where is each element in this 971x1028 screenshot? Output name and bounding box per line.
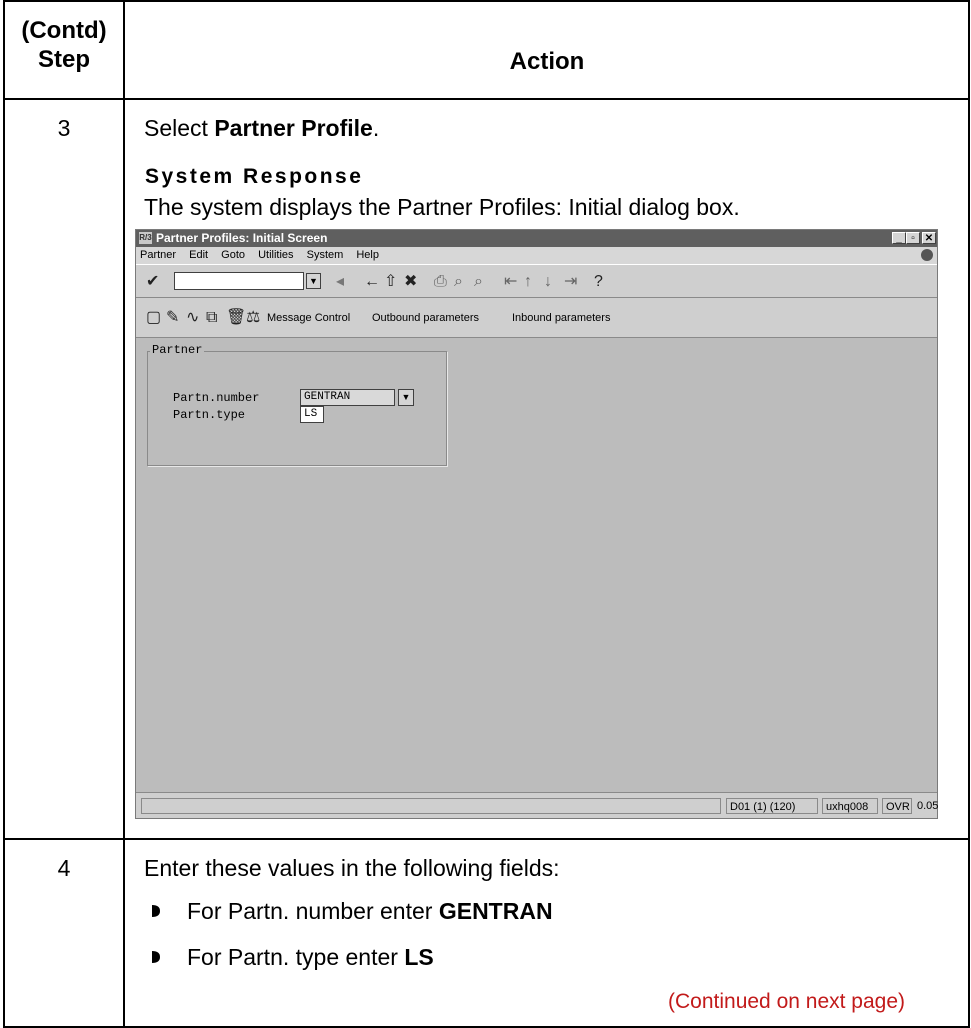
header-step-line1: (Contd) bbox=[21, 17, 107, 44]
display-icon[interactable]: ∿ bbox=[186, 309, 199, 327]
command-field[interactable] bbox=[174, 272, 304, 290]
possible-entries-icon[interactable]: ▼ bbox=[398, 389, 414, 406]
status-time: 0.05 bbox=[917, 800, 939, 812]
close-icon[interactable]: ✕ bbox=[922, 232, 936, 244]
menu-edit[interactable]: Edit bbox=[189, 249, 208, 261]
bullet-text: For Partn. number enter bbox=[187, 898, 439, 924]
maximize-icon[interactable]: ▫ bbox=[906, 232, 920, 244]
bullet-partn-type: For Partn. type enter LS bbox=[187, 944, 434, 971]
copy-icon[interactable]: ⧉ bbox=[206, 309, 217, 327]
change-icon[interactable]: ✎ bbox=[166, 309, 179, 327]
table-border-right bbox=[968, 0, 970, 1028]
menu-bar: Partner Edit Goto Utilities System Help bbox=[136, 247, 937, 264]
bullet-icon bbox=[152, 951, 160, 963]
header-step: (Contd) Step bbox=[4, 16, 124, 74]
find-icon[interactable]: ⌕ bbox=[454, 273, 463, 291]
minimize-icon[interactable]: _ bbox=[892, 232, 906, 244]
standard-toolbar: ✔ ▼ ◂ ← ⇧ ✖ ⎙ ⌕ ⌕ ⇤ ↑ ↓ ⇥ ? bbox=[136, 264, 937, 298]
exit-icon[interactable]: ⇧ bbox=[384, 273, 397, 291]
first-page-icon[interactable]: ⇤ bbox=[504, 273, 517, 291]
check-icon[interactable]: ⚖ bbox=[246, 309, 260, 327]
create-icon[interactable]: ▢ bbox=[146, 309, 161, 327]
system-response-heading: System Response bbox=[145, 165, 364, 188]
menu-utilities[interactable]: Utilities bbox=[258, 249, 293, 261]
application-toolbar: ▢ ✎ ∿ ⧉ 🗑 ⚖ Message Control Outbound par… bbox=[136, 298, 937, 338]
system-response-text: The system displays the Partner Profiles… bbox=[144, 194, 740, 220]
status-bar: D01 (1) (120) uxhq008 OVR 0.05 bbox=[136, 792, 939, 818]
next-page-icon[interactable]: ↓ bbox=[544, 273, 552, 291]
header-divider bbox=[3, 98, 970, 100]
sap-app-icon: R/3 bbox=[139, 232, 152, 244]
continued-note: (Continued on next page) bbox=[668, 990, 905, 1013]
select-instruction: Select Partner Profile. bbox=[144, 115, 379, 142]
checkmark-icon[interactable]: ✔ bbox=[146, 273, 159, 291]
previous-page-icon[interactable]: ↑ bbox=[524, 273, 532, 291]
print-icon[interactable]: ⎙ bbox=[434, 273, 447, 291]
status-server: uxhq008 bbox=[822, 798, 878, 814]
partn-type-label: Partn.type bbox=[173, 408, 246, 422]
partn-number-label: Partn.number bbox=[173, 391, 260, 405]
header-step-line2: Step bbox=[37, 46, 90, 73]
cancel-icon[interactable]: ✖ bbox=[404, 273, 417, 291]
row-divider bbox=[3, 838, 970, 840]
gentran-value: GENTRAN bbox=[438, 898, 553, 924]
menu-system[interactable]: System bbox=[307, 249, 344, 261]
select-prefix: Select bbox=[144, 115, 215, 141]
delete-icon[interactable]: 🗑 bbox=[226, 309, 246, 327]
find-next-icon[interactable]: ⌕ bbox=[474, 273, 483, 291]
header-action: Action bbox=[509, 48, 585, 75]
status-system: D01 (1) (120) bbox=[726, 798, 818, 814]
save-icon[interactable]: ◂ bbox=[336, 273, 344, 291]
partn-type-field[interactable]: LS bbox=[300, 406, 324, 423]
menu-partner[interactable]: Partner bbox=[140, 249, 176, 261]
globe-icon bbox=[921, 249, 933, 261]
inbound-parameters-button[interactable]: Inbound parameters bbox=[512, 312, 610, 324]
enter-values-instruction: Enter these values in the following fiel… bbox=[144, 855, 560, 881]
last-page-icon[interactable]: ⇥ bbox=[564, 273, 577, 291]
status-message-area bbox=[141, 798, 721, 814]
screen-content: Partner Partn.number GENTRAN ▼ Partn.typ… bbox=[136, 338, 937, 792]
window-title: Partner Profiles: Initial Screen bbox=[156, 231, 328, 245]
partn-number-field[interactable]: GENTRAN bbox=[300, 389, 395, 406]
bullet-text: For Partn. type enter bbox=[187, 944, 405, 970]
back-icon[interactable]: ← bbox=[364, 273, 380, 291]
window-titlebar: R/3 Partner Profiles: Initial Screen _ ▫… bbox=[136, 230, 937, 247]
ls-value: LS bbox=[404, 944, 434, 970]
select-suffix: . bbox=[372, 115, 380, 141]
table-border-top bbox=[3, 0, 970, 2]
message-control-button[interactable]: Message Control bbox=[267, 312, 350, 324]
step-number-3: 3 bbox=[57, 115, 71, 141]
step-number-4: 4 bbox=[57, 855, 71, 881]
bullet-icon bbox=[152, 905, 160, 917]
bullet-partn-number: For Partn. number enter GENTRAN bbox=[187, 898, 553, 925]
partner-profile-term: Partner Profile bbox=[214, 115, 373, 141]
command-dropdown-icon[interactable]: ▼ bbox=[306, 273, 321, 289]
menu-help[interactable]: Help bbox=[356, 249, 379, 261]
sap-window: R/3 Partner Profiles: Initial Screen _ ▫… bbox=[135, 229, 938, 819]
partner-group-label: Partner bbox=[150, 343, 205, 357]
outbound-parameters-button[interactable]: Outbound parameters bbox=[372, 312, 479, 324]
status-mode: OVR bbox=[882, 798, 912, 814]
menu-goto[interactable]: Goto bbox=[221, 249, 245, 261]
help-icon[interactable]: ? bbox=[594, 273, 603, 291]
